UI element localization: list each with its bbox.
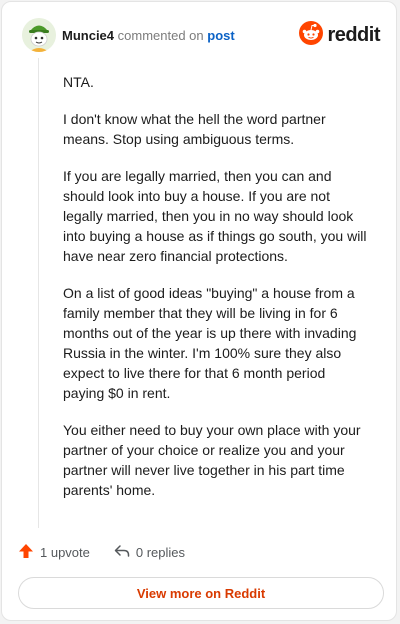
comment-meta: Muncie4 commented on post <box>62 28 235 44</box>
upvote-arrow-icon <box>18 543 40 562</box>
comment-body: NTA. I don't know what the hell the word… <box>63 72 369 517</box>
upvote-button[interactable]: 1 upvote <box>18 543 90 562</box>
user-avatar[interactable] <box>22 18 56 52</box>
comment-paragraph: NTA. <box>63 74 94 90</box>
view-more-button[interactable]: View more on Reddit <box>18 577 384 609</box>
replies-button[interactable]: 0 replies <box>114 543 185 562</box>
comment-header: Muncie4 commented on post reddit <box>22 18 380 54</box>
reply-arrow-icon <box>114 543 136 562</box>
username[interactable]: Muncie4 <box>62 28 114 43</box>
comment-paragraph: On a list of good ideas "buying" a house… <box>63 285 357 401</box>
comment-action-text: commented on <box>117 28 204 43</box>
reddit-snoo-icon <box>299 20 324 50</box>
upvote-count: 1 upvote <box>40 544 90 560</box>
reddit-wordmark: reddit <box>327 23 380 46</box>
thread-line <box>38 58 39 528</box>
comment-paragraph: If you are legally married, then you can… <box>63 168 367 264</box>
post-link[interactable]: post <box>207 28 234 43</box>
comment-paragraph: I don't know what the hell the word part… <box>63 111 326 147</box>
comment-paragraph: You either need to buy your own place wi… <box>63 422 361 498</box>
comment-card: Muncie4 commented on post reddit NTA. I … <box>1 1 397 621</box>
reddit-logo[interactable]: reddit <box>299 20 380 50</box>
reply-count: 0 replies <box>135 544 186 560</box>
comment-footer: 1 upvote 0 replies <box>18 542 209 562</box>
